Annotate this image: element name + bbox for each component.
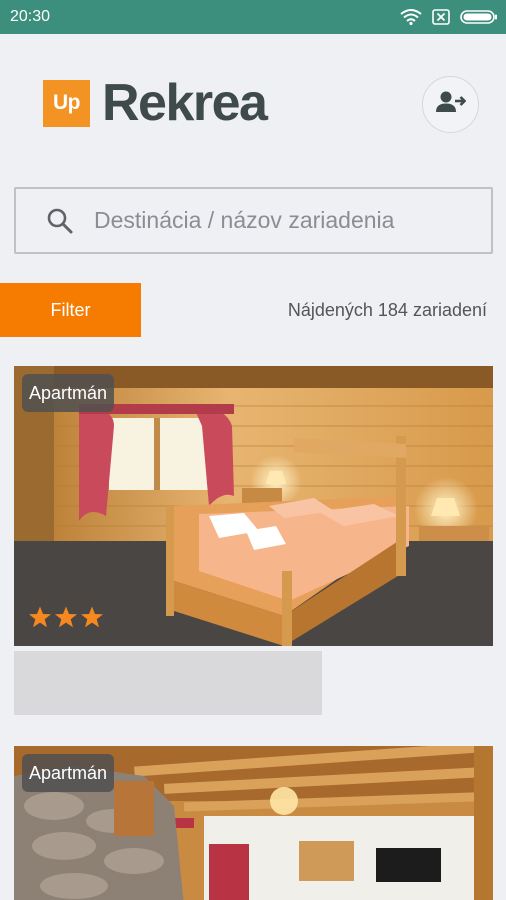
add-user-button[interactable] xyxy=(422,76,479,133)
battery-icon xyxy=(460,9,498,25)
results-count: Nájdených 184 zariadení xyxy=(287,300,487,320)
app-logo: Up Rekrea xyxy=(43,74,268,132)
status-time: 20:30 xyxy=(10,8,51,25)
wifi-icon xyxy=(400,9,422,25)
listing-image[interactable]: Apartmán xyxy=(14,746,493,900)
sim-off-icon xyxy=(432,9,450,25)
status-icons xyxy=(400,8,498,26)
search-input[interactable] xyxy=(94,207,474,234)
logo-badge: Up xyxy=(43,79,90,127)
status-bar: 20:30 xyxy=(0,0,506,34)
star-icon xyxy=(54,605,78,634)
listing-type-badge: Apartmán xyxy=(22,754,115,792)
search-icon xyxy=(46,207,74,235)
add-user-icon xyxy=(435,91,466,118)
filter-button[interactable]: Filter xyxy=(0,283,141,337)
listing-title-placeholder xyxy=(14,651,322,715)
star-icon xyxy=(28,605,52,634)
listing-image[interactable]: Apartmán xyxy=(14,366,493,646)
star-icon xyxy=(80,605,104,634)
listing-type-badge: Apartmán xyxy=(22,374,115,412)
search-box[interactable] xyxy=(14,187,493,254)
rating-stars xyxy=(28,605,104,634)
logo-name: Rekrea xyxy=(102,74,268,132)
